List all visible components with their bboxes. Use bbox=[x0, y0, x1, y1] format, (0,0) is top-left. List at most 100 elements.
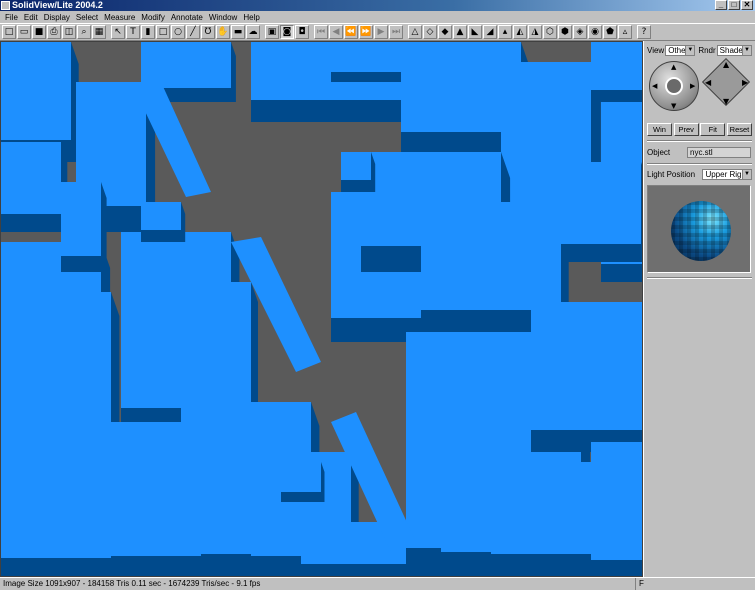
arrow-left-icon[interactable]: ◀ bbox=[652, 82, 657, 90]
chevron-down-icon[interactable]: ▼ bbox=[685, 45, 695, 55]
tool-h-icon[interactable]: ◭ bbox=[513, 25, 527, 39]
menu-modify[interactable]: Modify bbox=[138, 13, 168, 22]
menu-help[interactable]: Help bbox=[240, 13, 262, 22]
status-flag: F bbox=[639, 579, 644, 588]
minimize-button[interactable]: _ bbox=[715, 0, 727, 10]
panel-divider bbox=[647, 277, 752, 279]
tool-f-icon[interactable]: ◢ bbox=[483, 25, 497, 39]
print-icon[interactable]: ⎙ bbox=[47, 25, 61, 39]
pan-down-icon[interactable]: ▼ bbox=[723, 97, 729, 106]
building-roof bbox=[591, 442, 642, 560]
menu-edit[interactable]: Edit bbox=[21, 13, 41, 22]
status-bar: Image Size 1091x907 - 184158 Tris 0.11 s… bbox=[0, 577, 755, 590]
building-roof bbox=[561, 162, 641, 244]
lasso-icon[interactable]: Ʊ bbox=[201, 25, 215, 39]
rewind-icon[interactable]: ⏪ bbox=[344, 25, 358, 39]
menu-select[interactable]: Select bbox=[73, 13, 101, 22]
pan-right-icon[interactable]: ▶ bbox=[742, 78, 748, 87]
menu-window[interactable]: Window bbox=[206, 13, 240, 22]
building-roof bbox=[61, 182, 101, 256]
prev-button[interactable]: Prev bbox=[673, 123, 699, 136]
open-folder-icon[interactable]: ▭ bbox=[17, 25, 31, 39]
hand-icon[interactable]: ✋ bbox=[216, 25, 230, 39]
fit-button[interactable]: Fit bbox=[700, 123, 726, 136]
chevron-down-icon[interactable]: ▼ bbox=[742, 45, 751, 55]
building-roof bbox=[281, 462, 321, 492]
chevron-down-icon[interactable]: ▼ bbox=[742, 170, 751, 179]
window-title: SolidView/Lite 2004.2 bbox=[12, 0, 103, 10]
render-select-value: Shade bbox=[719, 45, 743, 55]
building-roof bbox=[1, 142, 61, 214]
help-icon[interactable]: ? bbox=[637, 25, 651, 39]
zoom-icon[interactable]: ⌕ bbox=[77, 25, 91, 39]
save-icon[interactable]: ■ bbox=[32, 25, 46, 39]
prev-frame-icon[interactable]: ◀ bbox=[329, 25, 343, 39]
play-icon[interactable]: ▶ bbox=[374, 25, 388, 39]
object-row: Object nyc.stl bbox=[647, 146, 752, 159]
eraser-icon[interactable]: ▬ bbox=[231, 25, 245, 39]
tool-j-icon[interactable]: ⬡ bbox=[543, 25, 557, 39]
city-model-render[interactable] bbox=[1, 42, 643, 577]
tool-g-icon[interactable]: ▴ bbox=[498, 25, 512, 39]
tool-b-icon[interactable]: ◇ bbox=[423, 25, 437, 39]
panel-divider bbox=[647, 140, 752, 142]
ellipse-icon[interactable]: ○ bbox=[171, 25, 185, 39]
win-button[interactable]: Win bbox=[647, 123, 672, 136]
view-label: View bbox=[647, 45, 665, 55]
text-icon[interactable]: T bbox=[126, 25, 140, 39]
snapshot-icon[interactable]: ◘ bbox=[295, 25, 309, 39]
arrow-right-icon[interactable]: ▶ bbox=[690, 82, 695, 90]
building-roof bbox=[141, 42, 231, 88]
tool-o-icon[interactable]: ▵ bbox=[618, 25, 632, 39]
render-select[interactable]: Shade ▼ bbox=[716, 44, 752, 56]
3d-viewport[interactable] bbox=[0, 41, 643, 577]
arrow-down-icon[interactable]: ▼ bbox=[671, 102, 676, 110]
building-roof bbox=[31, 292, 111, 498]
view-select[interactable]: Other ▼ bbox=[665, 44, 696, 56]
tool-a-icon[interactable]: △ bbox=[408, 25, 422, 39]
first-frame-icon[interactable]: ⏮ bbox=[314, 25, 328, 39]
light-position-select[interactable]: Upper Right ▼ bbox=[702, 169, 752, 180]
tool-i-icon[interactable]: ◮ bbox=[528, 25, 542, 39]
arrow-up-icon[interactable]: ▲ bbox=[671, 63, 676, 71]
line-icon[interactable]: ╱ bbox=[186, 25, 200, 39]
pan-left-icon[interactable]: ◀ bbox=[705, 78, 711, 87]
menu-measure[interactable]: Measure bbox=[101, 13, 138, 22]
app-icon[interactable] bbox=[1, 1, 10, 10]
view-render-row: View Other ▼ Rndr Shade ▼ bbox=[647, 43, 752, 57]
last-frame-icon[interactable]: ⏭ bbox=[389, 25, 403, 39]
reset-button[interactable]: Reset bbox=[726, 123, 752, 136]
menu-file[interactable]: File bbox=[2, 13, 21, 22]
tool-c-icon[interactable]: ◆ bbox=[438, 25, 452, 39]
highlight-icon[interactable]: ▮ bbox=[141, 25, 155, 39]
maximize-button[interactable]: □ bbox=[728, 0, 740, 10]
render-icon[interactable]: ▦ bbox=[92, 25, 106, 39]
cloud-icon[interactable]: ☁ bbox=[246, 25, 260, 39]
light-sphere-icon[interactable] bbox=[671, 201, 731, 261]
fast-forward-icon[interactable]: ⏩ bbox=[359, 25, 373, 39]
rectangle-icon[interactable]: □ bbox=[156, 25, 170, 39]
close-button[interactable]: ✕ bbox=[741, 0, 753, 10]
navigation-controls: ▲ ▼ ◀ ▶ ▲ ▼ ◀ ▶ bbox=[647, 57, 752, 121]
pan-up-icon[interactable]: ▲ bbox=[723, 60, 729, 69]
tool-k-icon[interactable]: ⬢ bbox=[558, 25, 572, 39]
menu-annotate[interactable]: Annotate bbox=[168, 13, 206, 22]
camera-icon[interactable]: ▣ bbox=[265, 25, 279, 39]
tool-e-icon[interactable]: ◣ bbox=[468, 25, 482, 39]
rotate-center-icon[interactable] bbox=[665, 77, 683, 95]
print-preview-icon[interactable]: ◫ bbox=[62, 25, 76, 39]
building-roof bbox=[1, 42, 71, 140]
tool-n-icon[interactable]: ⬟ bbox=[603, 25, 617, 39]
building-roof bbox=[341, 152, 371, 180]
rotate-dial[interactable]: ▲ ▼ ◀ ▶ bbox=[649, 61, 699, 111]
new-file-icon[interactable]: □ bbox=[2, 25, 16, 39]
tool-m-icon[interactable]: ◉ bbox=[588, 25, 602, 39]
tool-l-icon[interactable]: ◈ bbox=[573, 25, 587, 39]
light-position-label: Light Position bbox=[647, 170, 696, 179]
menu-display[interactable]: Display bbox=[41, 13, 73, 22]
tool-d-icon[interactable]: ▲ bbox=[453, 25, 467, 39]
save-view-icon[interactable]: ◙ bbox=[280, 25, 294, 39]
select-arrow-icon[interactable]: ↖ bbox=[111, 25, 125, 39]
panel-divider bbox=[647, 163, 752, 165]
light-preview[interactable] bbox=[647, 185, 751, 273]
